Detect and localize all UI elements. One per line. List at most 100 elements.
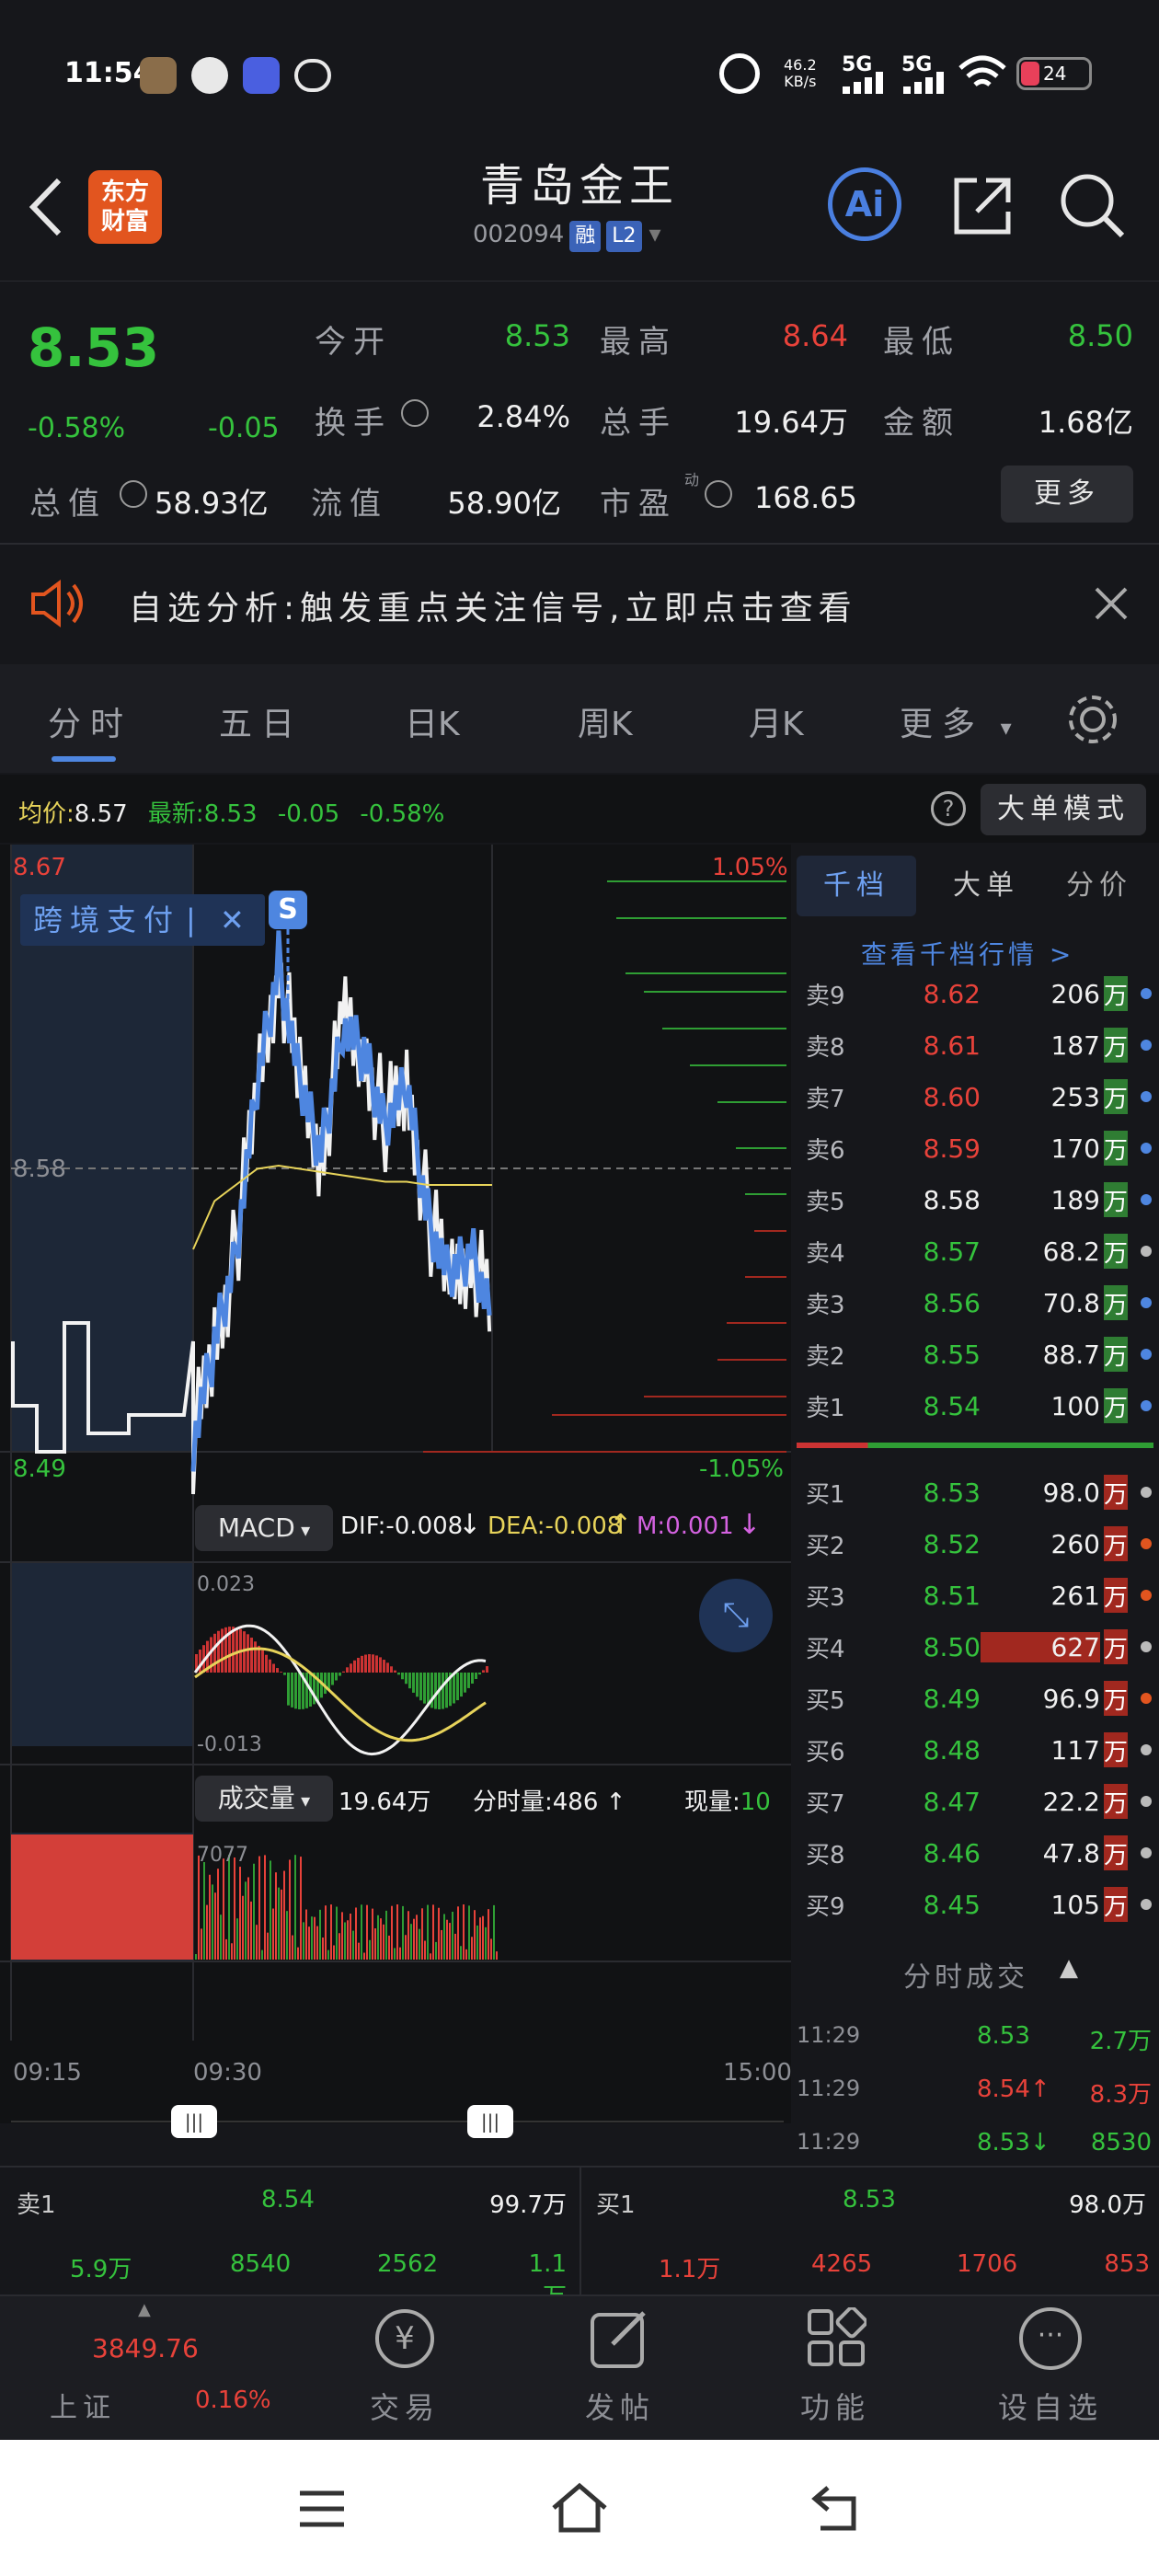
bid-price: 8.51 [923, 1580, 981, 1611]
index-pct[interactable]: 0.16% [195, 2386, 271, 2414]
macd-bar [276, 1668, 279, 1673]
chart-area[interactable]: 8.67 1.05% 8.58 8.49 -1.05% 跨境支付 | ✕ S MA… [0, 845, 792, 2138]
add-watch-button[interactable]: ··· 设自选 [958, 2300, 1142, 2438]
macd-bar [416, 1673, 419, 1697]
view-depth-link[interactable]: 查看千档行情 > [861, 935, 1074, 972]
caret-up-icon[interactable]: ▲ [1060, 1954, 1078, 1982]
menu-icon[interactable] [296, 2486, 348, 2532]
big-order-mode-button[interactable]: 大单模式 [981, 784, 1146, 835]
grid-icon [808, 2307, 866, 2366]
settings-icon[interactable] [1063, 690, 1122, 749]
tab-price-dist[interactable]: 分价 [1049, 856, 1150, 916]
post-button[interactable]: 发帖 [528, 2300, 712, 2438]
arrow-down-icon: ↓ [738, 1509, 762, 1541]
index-name[interactable]: 上证 [50, 2385, 116, 2425]
tab-big-order[interactable]: 大单 [940, 856, 1032, 916]
volume-selector[interactable]: 成交量 ▾ [195, 1776, 333, 1822]
dropdown-icon[interactable]: ▾ [649, 221, 661, 248]
ask-unit: 万 [1104, 1131, 1128, 1166]
home-icon[interactable] [548, 2480, 611, 2536]
ask-vol: 189 [1050, 1184, 1100, 1215]
right-stat: 1706 [957, 2250, 1018, 2278]
info-icon[interactable] [120, 480, 147, 508]
range-handle-right[interactable]: ||| [467, 2105, 513, 2138]
intraday-chart[interactable] [0, 845, 791, 2123]
info-icon[interactable] [705, 480, 732, 508]
bid-row[interactable]: 买7 8.47 22.2 万 [800, 1776, 1159, 1827]
float-label: 流值 [311, 486, 388, 523]
bid-unit: 万 [1104, 1784, 1128, 1819]
share-icon[interactable] [949, 173, 1016, 239]
ad-tag[interactable]: 跨境支付 | ✕ [20, 894, 265, 946]
trade-button[interactable]: ¥ 交易 [313, 2300, 497, 2438]
ask-unit: 万 [1104, 1028, 1128, 1063]
bid-row[interactable]: 买5 8.49 96.9 万 [800, 1673, 1159, 1724]
turnover-label: 换手 [315, 405, 392, 442]
bid-row[interactable]: 买3 8.51 261 万 [800, 1570, 1159, 1621]
ask-row[interactable]: 卖6 8.59 170 万 [800, 1122, 1159, 1174]
back-icon[interactable] [26, 175, 66, 239]
caret-up-icon[interactable]: ▲ [138, 2300, 151, 2319]
bid-price: 8.50 [923, 1631, 981, 1662]
range-handle-left[interactable]: ||| [171, 2105, 217, 2138]
tab-minute[interactable]: 分时 [48, 697, 132, 745]
tab-depth[interactable]: 千档 [797, 856, 916, 916]
tab-monthly[interactable]: 月K [749, 697, 804, 745]
tab-daily[interactable]: 日K [405, 697, 460, 745]
volume-bar [217, 1869, 219, 1960]
back-nav-icon[interactable] [809, 2482, 865, 2534]
search-icon[interactable] [1058, 171, 1128, 241]
macd-bar [232, 1627, 235, 1673]
tab-weekly[interactable]: 周K [578, 697, 633, 745]
signal-marker[interactable]: S [269, 891, 307, 929]
bid-vol: 105 [1050, 1889, 1100, 1920]
notice-text: 自选分析:触发重点关注信号,立即点击查看 [129, 590, 857, 627]
ask-row[interactable]: 卖9 8.62 206 万 [800, 968, 1159, 1019]
notice-bar[interactable]: 自选分析:触发重点关注信号,立即点击查看 [0, 545, 1159, 662]
ask-row[interactable]: 卖5 8.58 189 万 [800, 1174, 1159, 1225]
volume-bar [363, 1952, 365, 1960]
bid-row[interactable]: 买2 8.52 260 万 [800, 1518, 1159, 1570]
pe-label: 市盈 [600, 486, 677, 523]
ask-row[interactable]: 卖1 8.54 100 万 [800, 1380, 1159, 1432]
margin-tag: 融 [569, 221, 602, 252]
ask-row[interactable]: 卖7 8.60 253 万 [800, 1071, 1159, 1122]
close-icon[interactable] [1093, 585, 1130, 622]
macd-bar [390, 1666, 393, 1673]
bid-row[interactable]: 买6 8.48 117 万 [800, 1724, 1159, 1776]
volume-bar [336, 1906, 338, 1960]
macd-bar [419, 1673, 422, 1701]
ask-row[interactable]: 卖3 8.56 70.8 万 [800, 1277, 1159, 1328]
bid-row[interactable]: 买4 8.50 627 万 [800, 1621, 1159, 1673]
functions-button[interactable]: 功能 [743, 2300, 927, 2438]
bid-row[interactable]: 买9 8.45 105 万 [800, 1879, 1159, 1930]
volume-bar [247, 1877, 249, 1960]
tab-5day[interactable]: 五日 [219, 697, 304, 745]
macd-selector[interactable]: MACD ▾ [195, 1505, 333, 1551]
status-dot [1141, 1847, 1152, 1858]
bid-row[interactable]: 买1 8.53 98.0 万 [800, 1466, 1159, 1518]
macd-bar [254, 1641, 257, 1673]
more-button[interactable]: 更多 [1001, 466, 1133, 523]
volume-bar [391, 1905, 393, 1960]
ask-price: 8.60 [923, 1081, 981, 1112]
index-value[interactable]: 3849.76 [92, 2333, 199, 2363]
help-icon[interactable]: ? [931, 791, 966, 826]
volume-bar [195, 1954, 197, 1960]
macd-bar [335, 1673, 338, 1681]
info-icon[interactable] [401, 399, 429, 427]
macd-bar [442, 1673, 444, 1709]
ask-row[interactable]: 卖2 8.55 88.7 万 [800, 1328, 1159, 1380]
expand-icon[interactable]: ⤡ [699, 1579, 773, 1652]
volume-bar [319, 1909, 321, 1960]
ai-button[interactable]: Ai [828, 167, 901, 241]
tab-more[interactable]: 更多 ▾ [900, 697, 1021, 745]
change-abs: -0.05 [208, 412, 280, 444]
bid-row[interactable]: 买8 8.46 47.8 万 [800, 1827, 1159, 1879]
macd-bar [280, 1672, 282, 1673]
volume-bar [438, 1907, 440, 1960]
ask-row[interactable]: 卖4 8.57 68.2 万 [800, 1225, 1159, 1277]
volume-bar [388, 1935, 390, 1960]
volume-bar [264, 1855, 266, 1960]
ask-row[interactable]: 卖8 8.61 187 万 [800, 1019, 1159, 1071]
